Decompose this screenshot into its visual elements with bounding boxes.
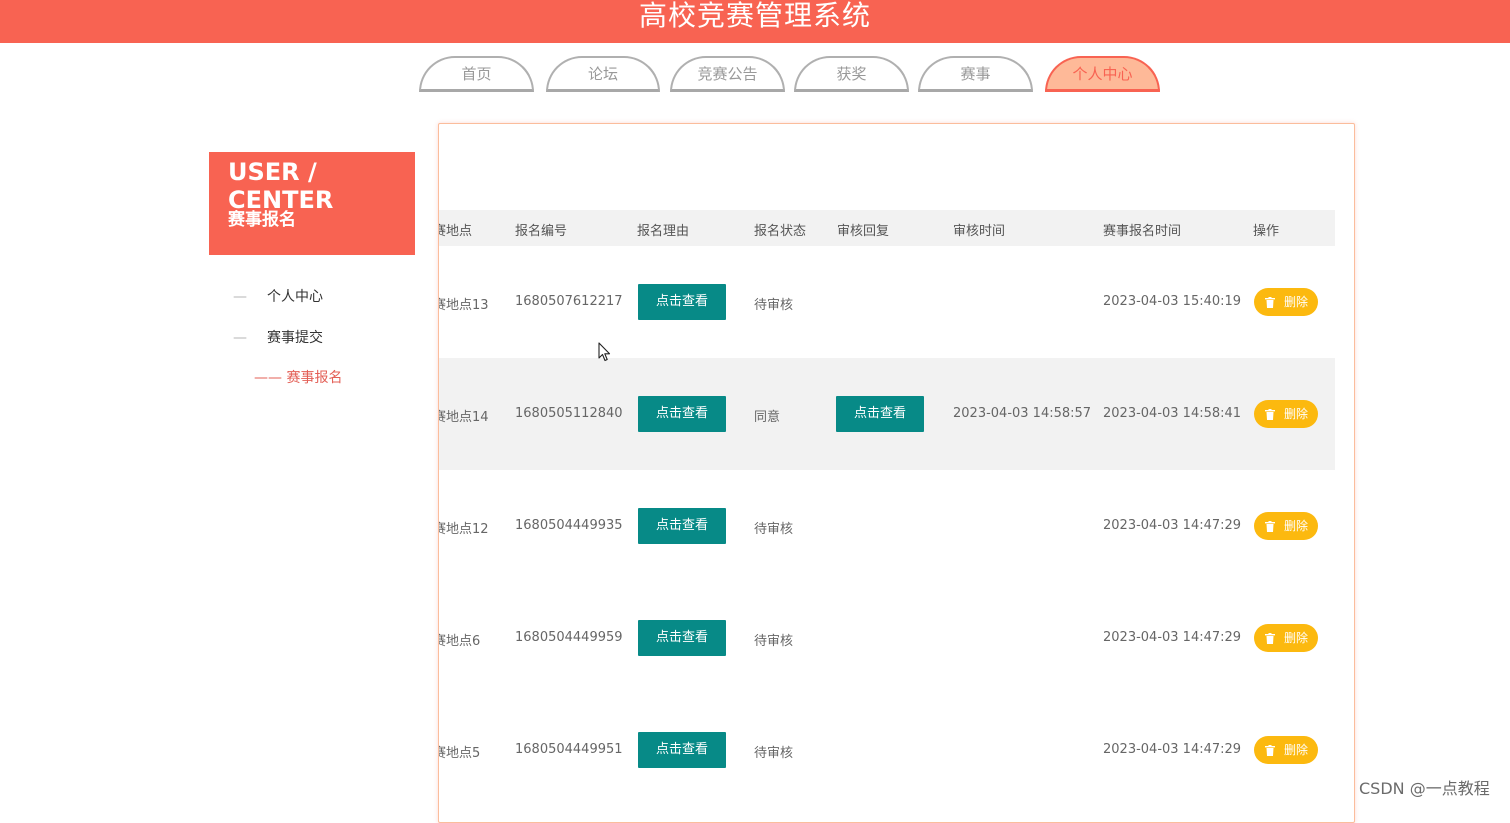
cell-place: 赛地点5 <box>439 746 481 761</box>
sidebar-item-label: 赛事提交 <box>267 330 323 346</box>
main-panel: 赛地点 报名编号 报名理由 报名状态 审核回复 审核时间 赛事报名时间 操作 赛… <box>438 123 1355 823</box>
app-title: 高校竞赛管理系统 <box>638 0 871 32</box>
cell-audit-time: 2023-04-03 14:58:57 <box>953 406 1092 421</box>
delete-button[interactable]: 删除 <box>1254 288 1318 316</box>
cell-id: 1680504449959 <box>515 630 623 645</box>
column-header-reply: 审核回复 <box>837 224 890 239</box>
mouse-cursor-icon <box>598 342 611 362</box>
watermark: CSDN @一点教程 <box>1359 779 1490 798</box>
tab-awards[interactable]: 获奖 <box>794 56 909 92</box>
column-header-reason: 报名理由 <box>637 224 690 239</box>
delete-label: 删除 <box>1284 743 1309 757</box>
column-header-place: 赛地点 <box>439 224 473 239</box>
delete-label: 删除 <box>1284 407 1309 421</box>
tab-personal-center[interactable]: 个人中心 <box>1045 56 1160 92</box>
dash-marker: — <box>233 330 247 346</box>
cell-place: 赛地点14 <box>438 410 489 425</box>
app-header: 高校竞赛管理系统 <box>0 0 1510 43</box>
cell-id: 1680507612217 <box>515 294 623 309</box>
view-reason-button[interactable]: 点击查看 <box>638 396 726 432</box>
sidebar-item-label: 个人中心 <box>267 289 323 305</box>
cell-place: 赛地点12 <box>438 522 489 537</box>
cell-signup-time: 2023-04-03 14:47:29 <box>1103 742 1242 757</box>
cell-status: 待审核 <box>754 746 794 761</box>
delete-button[interactable]: 删除 <box>1254 736 1318 764</box>
delete-button[interactable]: 删除 <box>1254 400 1318 428</box>
tab-announcement[interactable]: 竞赛公告 <box>670 56 785 92</box>
column-header-status: 报名状态 <box>754 224 807 239</box>
table-row: 赛地点14 1680505112840 点击查看 同意 点击查看 2023-04… <box>439 358 1335 470</box>
sidebar-item-competition-submit[interactable]: — 赛事提交 <box>233 327 323 347</box>
cell-id: 1680504449951 <box>515 742 623 757</box>
cell-status: 待审核 <box>754 634 794 649</box>
table-row: 赛地点5 1680504449951 点击查看 待审核 2023-04-03 1… <box>439 694 1335 806</box>
view-reason-button[interactable]: 点击查看 <box>638 732 726 768</box>
cell-signup-time: 2023-04-03 14:47:29 <box>1103 630 1242 645</box>
trash-icon <box>1265 745 1275 756</box>
delete-label: 删除 <box>1284 631 1309 645</box>
delete-button[interactable]: 删除 <box>1254 624 1318 652</box>
cell-status: 待审核 <box>754 522 794 537</box>
view-reason-button[interactable]: 点击查看 <box>638 620 726 656</box>
cell-place: 赛地点13 <box>438 298 489 313</box>
sidebar-item-personal-center[interactable]: — 个人中心 <box>233 286 323 306</box>
cell-place: 赛地点6 <box>439 634 481 649</box>
sidebar-header-card: USER / CENTER 赛事报名 <box>209 152 415 255</box>
cell-id: 1680505112840 <box>515 406 623 421</box>
cell-status: 同意 <box>754 410 781 425</box>
view-reason-button[interactable]: 点击查看 <box>638 284 726 320</box>
delete-label: 删除 <box>1284 295 1309 309</box>
table-row: 赛地点13 1680507612217 点击查看 待审核 2023-04-03 … <box>439 246 1335 358</box>
sidebar-subitem-competition-signup[interactable]: —— 赛事报名 <box>254 367 342 387</box>
table-row: 赛地点12 1680504449935 点击查看 待审核 2023-04-03 … <box>439 470 1335 582</box>
tab-forum[interactable]: 论坛 <box>546 56 660 92</box>
column-header-id: 报名编号 <box>515 224 568 239</box>
trash-icon <box>1265 409 1275 420</box>
column-header-actions: 操作 <box>1253 224 1280 239</box>
trash-icon <box>1265 297 1275 308</box>
cell-status: 待审核 <box>754 298 794 313</box>
view-reply-button[interactable]: 点击查看 <box>836 396 924 432</box>
tab-competition[interactable]: 赛事 <box>918 56 1033 92</box>
trash-icon <box>1265 633 1275 644</box>
tab-home[interactable]: 首页 <box>419 56 534 92</box>
cell-signup-time: 2023-04-03 15:40:19 <box>1103 294 1242 309</box>
delete-button[interactable]: 删除 <box>1254 512 1318 540</box>
view-reason-button[interactable]: 点击查看 <box>638 508 726 544</box>
cell-id: 1680504449935 <box>515 518 623 533</box>
cell-signup-time: 2023-04-03 14:58:41 <box>1103 406 1242 421</box>
table-header: 赛地点 报名编号 报名理由 报名状态 审核回复 审核时间 赛事报名时间 操作 <box>439 210 1335 246</box>
delete-label: 删除 <box>1284 519 1309 533</box>
column-header-audit-time: 审核时间 <box>953 224 1006 239</box>
cell-signup-time: 2023-04-03 14:47:29 <box>1103 518 1242 533</box>
dash-marker: — <box>233 289 247 305</box>
sidebar-subheading: 赛事报名 <box>228 210 296 230</box>
trash-icon <box>1265 521 1275 532</box>
table-row: 赛地点6 1680504449959 点击查看 待审核 2023-04-03 1… <box>439 582 1335 694</box>
column-header-signup-time: 赛事报名时间 <box>1103 224 1182 239</box>
